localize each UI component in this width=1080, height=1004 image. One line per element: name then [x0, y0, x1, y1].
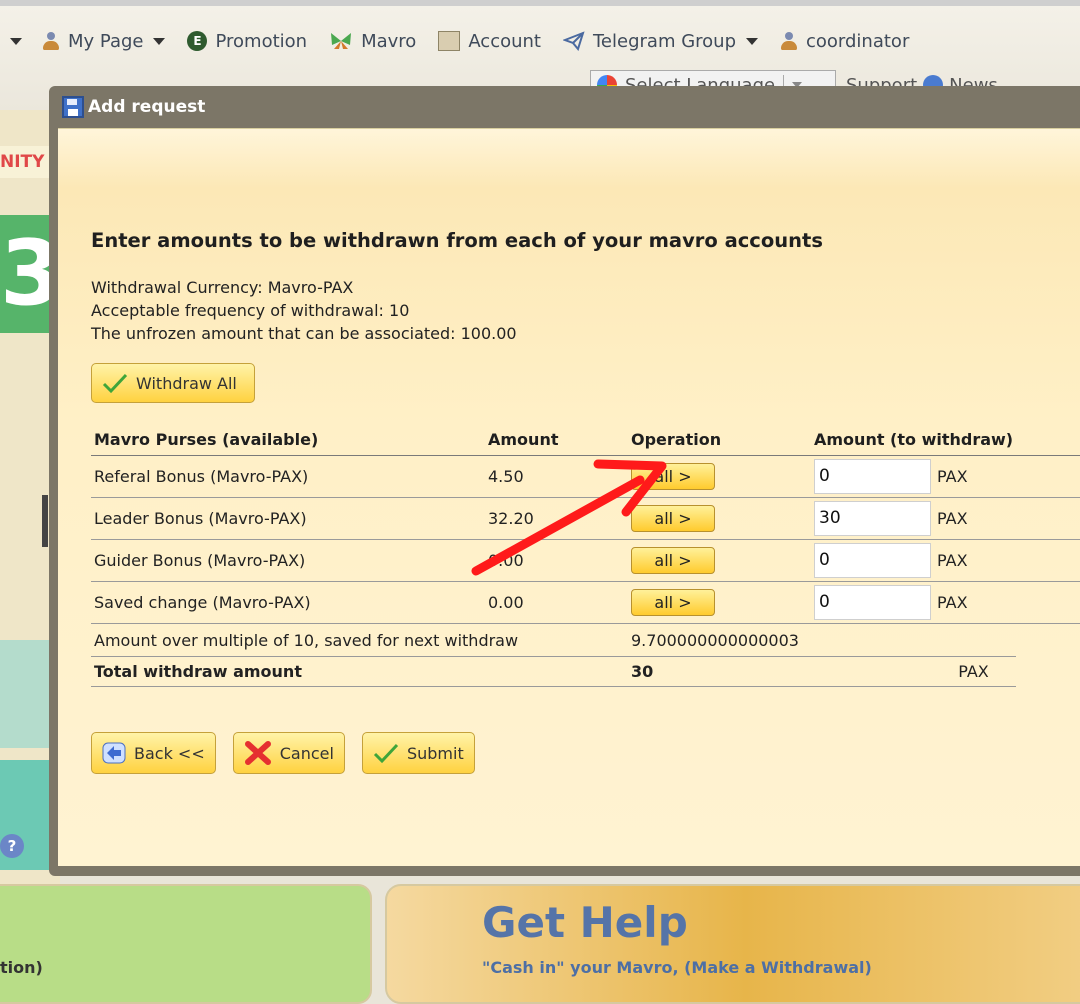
withdraw-all-button[interactable]: Withdraw All — [91, 363, 255, 403]
close-icon — [244, 741, 271, 765]
e-badge-icon: E — [187, 31, 208, 51]
butterfly-icon — [331, 33, 352, 49]
total-value: 30 — [628, 655, 928, 687]
chevron-down-icon — [746, 37, 758, 45]
person-icon — [780, 32, 798, 50]
help-icon[interactable]: ? — [0, 834, 24, 858]
all-button[interactable]: all > — [631, 462, 715, 490]
nav-account[interactable]: Account — [438, 31, 541, 52]
all-button[interactable]: all > — [631, 504, 715, 532]
summary-table: Amount over multiple of 10, saved for ne… — [91, 626, 1016, 687]
total-unit: PAX — [928, 655, 1016, 687]
cancel-button[interactable]: Cancel — [232, 732, 345, 774]
person-icon — [42, 32, 60, 50]
background-tile — [0, 640, 50, 748]
table-header: Mavro Purses (available) Amount Operatio… — [91, 429, 1080, 456]
withdraw-amount-input[interactable] — [814, 458, 931, 494]
unit-label: PAX — [934, 497, 1080, 540]
column-header: Amount (to withdraw) — [811, 429, 1080, 456]
chevron-down-icon[interactable] — [10, 37, 22, 45]
check-icon — [373, 743, 399, 764]
dialog-body: Enter amounts to be withdrawn from each … — [58, 128, 1080, 866]
currency-line: Withdrawal Currency: Mavro-PAX — [91, 278, 354, 297]
ledger-icon — [438, 31, 461, 51]
table-row: Referal Bonus (Mavro-PAX) 4.50 all > PAX — [91, 455, 1080, 498]
back-arrow-icon — [102, 742, 126, 764]
column-header: Mavro Purses (available) — [91, 429, 485, 456]
purse-amount: 32.20 — [485, 497, 628, 540]
all-button[interactable]: all > — [631, 588, 715, 616]
saved-change-label: Amount over multiple of 10, saved for ne… — [94, 631, 519, 651]
nav-mavro-label: Mavro — [361, 30, 417, 52]
chevron-down-icon — [153, 37, 166, 45]
all-button[interactable]: all > — [631, 546, 715, 574]
nav-telegram-label: Telegram Group — [593, 30, 736, 52]
nav-coordinator[interactable]: coordinator — [780, 31, 909, 52]
column-header: Operation — [628, 429, 811, 456]
column-header: Amount — [485, 429, 628, 456]
cancel-label: Cancel — [279, 743, 334, 763]
frequency-line: Acceptable frequency of withdrawal: 10 — [91, 301, 410, 320]
purse-name: Referal Bonus (Mavro-PAX) — [91, 455, 485, 498]
purses-table: Mavro Purses (available) Amount Operatio… — [91, 429, 1080, 624]
nav-my-page[interactable]: My Page — [42, 30, 166, 52]
nav-promotion-label: Promotion — [215, 30, 308, 52]
community-banner-fragment: NITY — [0, 146, 50, 178]
purse-amount: 0.00 — [485, 581, 628, 624]
purse-amount: 0.00 — [485, 539, 628, 582]
nav-coordinator-label: coordinator — [806, 30, 910, 52]
purse-name: Leader Bonus (Mavro-PAX) — [91, 497, 485, 540]
unit-label: PAX — [934, 455, 1080, 498]
dialog-title-bar[interactable]: Add request — [58, 86, 1080, 128]
get-help-title: Get Help — [482, 898, 688, 947]
submit-button[interactable]: Submit — [361, 732, 475, 774]
provide-help-caption: tion) — [0, 958, 43, 977]
withdraw-amount-input[interactable] — [814, 584, 931, 620]
withdraw-amount-input[interactable] — [814, 542, 931, 578]
telegram-icon — [563, 31, 585, 51]
unit-label: PAX — [934, 539, 1080, 582]
back-label: Back << — [134, 743, 205, 763]
nav-account-label: Account — [468, 30, 541, 52]
total-label: Total withdraw amount — [91, 655, 628, 687]
table-row: Leader Bonus (Mavro-PAX) 32.20 all > PAX — [91, 497, 1080, 540]
saved-change-value: 9.700000000000003 — [631, 631, 799, 651]
counter-tile: 3 — [0, 215, 50, 333]
floppy-disk-icon — [62, 96, 84, 118]
purse-name: Saved change (Mavro-PAX) — [91, 581, 485, 624]
saved-change-row: Amount over multiple of 10, saved for ne… — [91, 626, 1016, 656]
unfrozen-line: The unfrozen amount that can be associat… — [91, 324, 517, 343]
withdrawal-info: Withdrawal Currency: Mavro-PAX Acceptabl… — [91, 276, 517, 345]
nav-my-page-label: My Page — [68, 30, 144, 52]
main-menu: My Page E Promotion Mavro Account Telegr… — [0, 28, 931, 54]
nav-telegram-group[interactable]: Telegram Group — [563, 31, 758, 52]
check-icon — [102, 373, 128, 394]
withdraw-all-label: Withdraw All — [136, 373, 237, 393]
purse-amount: 4.50 — [485, 455, 628, 498]
back-button[interactable]: Back << — [91, 732, 216, 774]
unit-label: PAX — [934, 581, 1080, 624]
provide-help-card[interactable] — [0, 884, 372, 1004]
page-title: Enter amounts to be withdrawn from each … — [91, 229, 823, 252]
add-request-dialog: Add request Enter amounts to be withdraw… — [49, 86, 1080, 876]
nav-promotion[interactable]: E Promotion — [187, 31, 307, 52]
dialog-title: Add request — [88, 97, 206, 117]
purse-name: Guider Bonus (Mavro-PAX) — [91, 539, 485, 582]
table-row: Saved change (Mavro-PAX) 0.00 all > PAX — [91, 581, 1080, 624]
submit-label: Submit — [406, 743, 464, 763]
table-row: Guider Bonus (Mavro-PAX) 0.00 all > PAX — [91, 539, 1080, 582]
nav-mavro[interactable]: Mavro — [329, 31, 416, 52]
withdraw-amount-input[interactable] — [814, 500, 931, 536]
total-row: Total withdraw amount 30 PAX — [91, 655, 1016, 687]
divider — [42, 495, 48, 547]
dialog-actions: Back << Cancel Submit — [91, 732, 492, 774]
get-help-subtitle: "Cash in" your Mavro, (Make a Withdrawal… — [482, 958, 872, 977]
